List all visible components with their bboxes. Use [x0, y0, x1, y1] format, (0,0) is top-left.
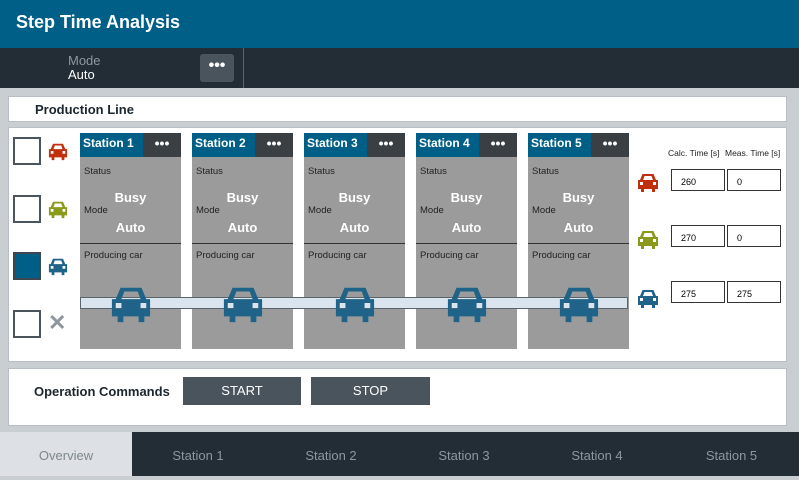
producing-car-label: Producing car — [84, 250, 143, 261]
mode-value: Auto — [227, 220, 258, 235]
divider — [243, 48, 244, 88]
status-value: Busy — [338, 190, 371, 205]
car-green-icon — [638, 231, 658, 249]
production-line-title-panel: Production Line — [8, 96, 787, 122]
mode-value: Auto — [115, 220, 146, 235]
meas-time-field[interactable]: 0 — [727, 169, 781, 191]
status-label: Status — [532, 166, 559, 177]
tab-station-2[interactable]: Station 2 — [265, 432, 397, 476]
station-4-car-icon — [447, 287, 487, 323]
mode-value: Auto — [563, 220, 594, 235]
tab-station-4[interactable]: Station 4 — [531, 432, 663, 476]
station-2-car-icon — [223, 287, 263, 323]
divider — [80, 243, 181, 244]
tab-bar: Overview Station 1 Station 2 Station 3 S… — [0, 432, 799, 476]
station-1-car-icon — [111, 287, 151, 323]
station-name: Station 3 — [307, 136, 358, 150]
station-name: Station 2 — [195, 136, 246, 150]
status-label: Status — [308, 166, 335, 177]
station-name: Station 5 — [531, 136, 582, 150]
meas-time-field[interactable]: 275 — [727, 281, 781, 303]
calc-time-field[interactable]: 270 — [671, 225, 725, 247]
mode-value: Auto — [451, 220, 482, 235]
divider — [416, 243, 517, 244]
mode-label: Mode — [308, 205, 332, 216]
mode-bar: Mode Auto ••• — [0, 48, 799, 88]
mode-menu-button[interactable]: ••• — [200, 54, 234, 82]
tab-station-5[interactable]: Station 5 — [664, 432, 799, 476]
mode-label: Mode — [68, 53, 101, 68]
divider — [528, 243, 629, 244]
status-label: Status — [84, 166, 111, 177]
divider — [192, 243, 293, 244]
mode-value: Auto — [339, 220, 370, 235]
status-label: Status — [196, 166, 223, 177]
mode-label: Mode — [196, 205, 220, 216]
calc-time-header: Calc. Time [s] — [668, 148, 720, 158]
status-value: Busy — [114, 190, 147, 205]
tab-overview[interactable]: Overview — [0, 432, 132, 476]
car-blue-icon — [638, 290, 658, 308]
calc-time-field[interactable]: 260 — [671, 169, 725, 191]
producing-car-label: Producing car — [308, 250, 367, 261]
station-5-car-icon — [559, 287, 599, 323]
station-name: Station 1 — [83, 136, 134, 150]
meas-time-field[interactable]: 0 — [727, 225, 781, 247]
page-title: Step Time Analysis — [16, 12, 181, 32]
producing-car-label: Producing car — [420, 250, 479, 261]
meas-time-header: Meas. Time [s] — [725, 148, 781, 158]
station-3-car-icon — [335, 287, 375, 323]
mode-label: Mode — [420, 205, 444, 216]
station-menu-button[interactable]: ••• — [591, 133, 629, 157]
station-menu-button[interactable]: ••• — [143, 133, 181, 157]
car-red-icon — [48, 143, 68, 161]
mode-label: Mode — [84, 205, 108, 216]
car-green-icon — [48, 201, 68, 219]
producing-car-label: Producing car — [196, 250, 255, 261]
status-value: Busy — [562, 190, 595, 205]
car-blue-checkbox[interactable] — [13, 252, 41, 280]
station-menu-button[interactable]: ••• — [479, 133, 517, 157]
car-red-icon — [638, 174, 658, 192]
close-icon: ✕ — [48, 310, 67, 335]
no-car-checkbox[interactable] — [13, 310, 41, 338]
status-value: Busy — [226, 190, 259, 205]
station-name: Station 4 — [419, 136, 470, 150]
tab-station-1[interactable]: Station 1 — [132, 432, 264, 476]
car-green-checkbox[interactable] — [13, 195, 41, 223]
producing-car-label: Producing car — [532, 250, 591, 261]
app-header: Step Time Analysis — [0, 0, 799, 48]
start-button[interactable]: START — [183, 377, 301, 405]
station-menu-button[interactable]: ••• — [255, 133, 293, 157]
calc-time-field[interactable]: 275 — [671, 281, 725, 303]
car-blue-icon — [48, 258, 68, 276]
status-value: Busy — [450, 190, 483, 205]
stop-button[interactable]: STOP — [311, 377, 430, 405]
operation-commands-label: Operation Commands — [34, 384, 170, 399]
station-menu-button[interactable]: ••• — [367, 133, 405, 157]
mode-value: Auto — [68, 67, 95, 82]
status-label: Status — [420, 166, 447, 177]
tab-station-3[interactable]: Station 3 — [398, 432, 530, 476]
mode-label: Mode — [532, 205, 556, 216]
car-red-checkbox[interactable] — [13, 137, 41, 165]
divider — [304, 243, 405, 244]
production-line-title: Production Line — [35, 102, 134, 117]
